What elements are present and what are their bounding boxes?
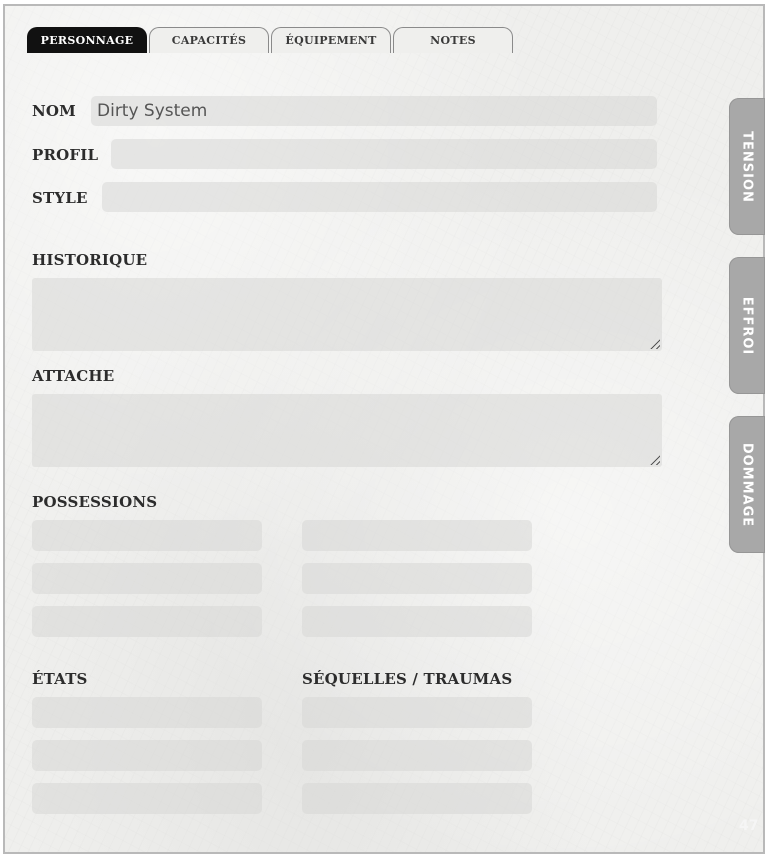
historique-label: HISTORIQUE [32, 251, 148, 269]
possession-input-2[interactable] [302, 520, 532, 551]
style-label: STYLE [32, 189, 88, 207]
historique-textarea[interactable] [32, 278, 662, 351]
etat-input-2[interactable] [32, 740, 262, 771]
nom-label: NOM [32, 102, 76, 120]
side-tab-effroi-label: EFFROI [739, 296, 755, 355]
etat-input-3[interactable] [32, 783, 262, 814]
attache-textarea[interactable] [32, 394, 662, 467]
possessions-label: POSSESSIONS [32, 493, 158, 511]
etats-label: ÉTATS [32, 670, 88, 688]
profil-input[interactable] [111, 139, 657, 169]
sequelle-input-2[interactable] [302, 740, 532, 771]
possession-input-1[interactable] [32, 520, 262, 551]
side-tab-dommage-label: DOMMAGE [739, 442, 755, 527]
possession-input-6[interactable] [302, 606, 532, 637]
sequelle-input-3[interactable] [302, 783, 532, 814]
possession-input-3[interactable] [32, 563, 262, 594]
attache-label: ATTACHE [32, 367, 115, 385]
side-tab-tension[interactable]: TENSION [729, 98, 765, 235]
tab-bar: PERSONNAGE CAPACITÉS ÉQUIPEMENT NOTES [27, 27, 515, 53]
style-input[interactable] [102, 182, 657, 212]
tab-equipement[interactable]: ÉQUIPEMENT [271, 27, 391, 53]
tab-capacites[interactable]: CAPACITÉS [149, 27, 269, 53]
possession-input-5[interactable] [32, 606, 262, 637]
tab-notes[interactable]: NOTES [393, 27, 513, 53]
side-tab-effroi[interactable]: EFFROI [729, 257, 765, 394]
page-number: 47 [739, 818, 759, 834]
side-tab-tension-label: TENSION [739, 130, 755, 203]
profil-label: PROFIL [32, 146, 99, 164]
resize-grip-icon[interactable] [648, 337, 660, 349]
tab-personnage[interactable]: PERSONNAGE [27, 27, 147, 53]
side-tab-dommage[interactable]: DOMMAGE [729, 416, 765, 553]
nom-input[interactable] [91, 96, 657, 126]
resize-grip-icon[interactable] [648, 453, 660, 465]
sequelle-input-1[interactable] [302, 697, 532, 728]
sequelles-label: SÉQUELLES / TRAUMAS [302, 670, 513, 688]
etat-input-1[interactable] [32, 697, 262, 728]
possession-input-4[interactable] [302, 563, 532, 594]
character-sheet: PERSONNAGE CAPACITÉS ÉQUIPEMENT NOTES NO… [3, 4, 765, 854]
